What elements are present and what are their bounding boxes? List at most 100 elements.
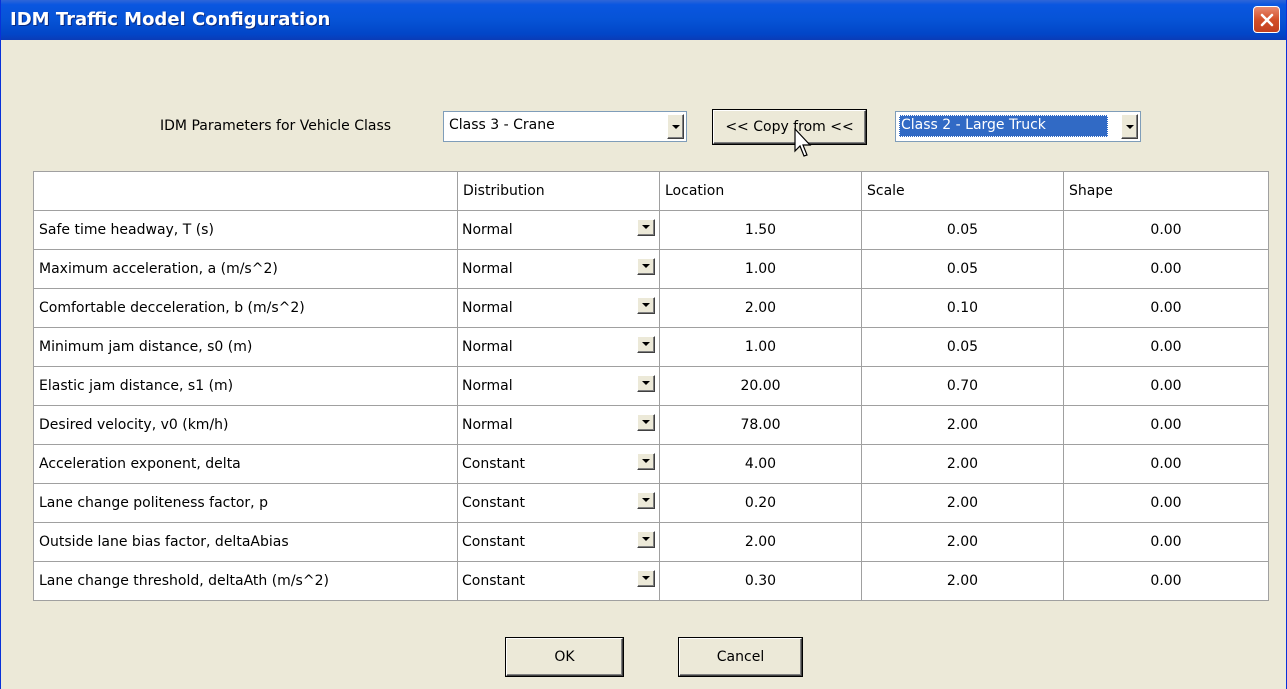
cancel-button[interactable]: Cancel [679, 638, 802, 676]
dialog-window: IDM Traffic Model Configuration IDM Para… [0, 0, 1287, 689]
shape-cell-text: 0.00 [1150, 495, 1182, 511]
scale-cell[interactable]: 0.10 [861, 288, 1064, 328]
shape-cell[interactable]: 0.00 [1063, 444, 1269, 484]
distribution-cell-text: Constant [462, 495, 525, 511]
scale-cell[interactable]: 2.00 [861, 561, 1064, 601]
parameter-name-cell: Lane change politeness factor, p [33, 483, 458, 523]
location-cell[interactable]: 0.30 [659, 561, 862, 601]
scale-cell[interactable]: 2.00 [861, 483, 1064, 523]
shape-cell-text: 0.00 [1150, 300, 1182, 316]
shape-cell[interactable]: 0.00 [1063, 561, 1269, 601]
distribution-dropdown-button[interactable] [637, 219, 655, 236]
distribution-dropdown-button[interactable] [637, 375, 655, 392]
distribution-cell-text: Normal [462, 339, 513, 355]
distribution-cell[interactable]: Constant [457, 522, 660, 562]
shape-cell[interactable]: 0.00 [1063, 366, 1269, 406]
distribution-cell[interactable]: Normal [457, 288, 660, 328]
shape-cell[interactable]: 0.00 [1063, 249, 1269, 289]
location-cell-text: 1.50 [744, 222, 777, 238]
scale-cell-text: 0.05 [946, 261, 979, 277]
parameter-name-cell: Comfortable decceleration, b (m/s^2) [33, 288, 458, 328]
distribution-cell[interactable]: Constant [457, 444, 660, 484]
distribution-cell[interactable]: Normal [457, 210, 660, 250]
distribution-dropdown-button[interactable] [637, 336, 655, 353]
location-cell[interactable]: 78.00 [659, 405, 862, 445]
vehicle-class-dropdown-button[interactable] [667, 114, 684, 139]
vehicle-class-select[interactable]: Class 3 - Crane [443, 111, 687, 142]
distribution-dropdown-button[interactable] [637, 492, 655, 509]
distribution-cell-text: Normal [462, 300, 513, 316]
parameter-name-cell-text: Elastic jam distance, s1 (m) [39, 378, 234, 394]
shape-cell[interactable]: 0.00 [1063, 288, 1269, 328]
distribution-dropdown-button[interactable] [637, 531, 655, 548]
distribution-dropdown-button[interactable] [637, 570, 655, 587]
location-cell[interactable]: 1.00 [659, 249, 862, 289]
parameter-name-cell: Acceleration exponent, delta [33, 444, 458, 484]
shape-cell[interactable]: 0.00 [1063, 522, 1269, 562]
shape-cell-text: 0.00 [1150, 261, 1182, 277]
parameter-name-cell: Elastic jam distance, s1 (m) [33, 366, 458, 406]
ok-button[interactable]: OK [506, 638, 623, 676]
distribution-cell[interactable]: Constant [457, 561, 660, 601]
scale-cell[interactable]: 0.05 [861, 210, 1064, 250]
header-location: Location [659, 171, 862, 211]
parameter-name-cell: Minimum jam distance, s0 (m) [33, 327, 458, 367]
chevron-down-icon [642, 225, 650, 229]
location-cell-text: 20.00 [740, 378, 781, 394]
table-row: Lane change politeness factor, p Constant… [33, 483, 1269, 523]
chevron-down-icon [642, 459, 650, 463]
location-cell-text: 0.30 [744, 573, 777, 589]
parameter-name-cell-text: Acceleration exponent, delta [39, 456, 241, 472]
copy-source-dropdown-button[interactable] [1121, 114, 1138, 139]
scale-cell[interactable]: 0.05 [861, 249, 1064, 289]
copy-source-select[interactable]: Class 2 - Large Truck [895, 111, 1141, 142]
parameter-name-cell: Outside lane bias factor, deltaAbias [33, 522, 458, 562]
table-row: Lane change threshold, deltaAth (m/s^2) C… [33, 561, 1269, 601]
scale-cell[interactable]: 0.70 [861, 366, 1064, 406]
distribution-dropdown-button[interactable] [637, 453, 655, 470]
distribution-dropdown-button[interactable] [637, 297, 655, 314]
shape-cell[interactable]: 0.00 [1063, 210, 1269, 250]
distribution-cell[interactable]: Normal [457, 366, 660, 406]
chevron-down-icon [642, 342, 650, 346]
distribution-cell-text: Constant [462, 456, 525, 472]
chevron-down-icon [642, 381, 650, 385]
scale-cell-text: 0.05 [946, 222, 979, 238]
grid-header-row: Distribution Location Scale Shape [33, 171, 1269, 211]
shape-cell[interactable]: 0.00 [1063, 405, 1269, 445]
distribution-cell[interactable]: Constant [457, 483, 660, 523]
location-cell-text: 2.00 [744, 534, 777, 550]
location-cell[interactable]: 0.20 [659, 483, 862, 523]
location-cell-text: 1.00 [744, 261, 777, 277]
location-cell[interactable]: 2.00 [659, 288, 862, 328]
shape-cell[interactable]: 0.00 [1063, 483, 1269, 523]
location-cell[interactable]: 4.00 [659, 444, 862, 484]
location-cell-text: 78.00 [740, 417, 781, 433]
location-cell[interactable]: 20.00 [659, 366, 862, 406]
location-cell[interactable]: 1.00 [659, 327, 862, 367]
scale-cell[interactable]: 2.00 [861, 405, 1064, 445]
shape-cell-text: 0.00 [1150, 456, 1182, 472]
distribution-cell[interactable]: Normal [457, 405, 660, 445]
distribution-dropdown-button[interactable] [637, 258, 655, 275]
shape-cell-text: 0.00 [1150, 222, 1182, 238]
distribution-cell[interactable]: Normal [457, 249, 660, 289]
scale-cell[interactable]: 0.05 [861, 327, 1064, 367]
title-bar[interactable]: IDM Traffic Model Configuration [1, 0, 1286, 40]
scale-cell-text: 2.00 [946, 534, 979, 550]
distribution-dropdown-button[interactable] [637, 414, 655, 431]
close-button[interactable] [1253, 6, 1280, 33]
shape-cell-text: 0.00 [1150, 534, 1182, 550]
location-cell[interactable]: 1.50 [659, 210, 862, 250]
parameter-name-cell-text: Comfortable decceleration, b (m/s^2) [39, 300, 305, 316]
scale-cell-text: 0.10 [946, 300, 979, 316]
distribution-cell[interactable]: Normal [457, 327, 660, 367]
table-row: Comfortable decceleration, b (m/s^2) Norm… [33, 288, 1269, 328]
location-cell[interactable]: 2.00 [659, 522, 862, 562]
scale-cell[interactable]: 2.00 [861, 522, 1064, 562]
copy-from-button[interactable]: << Copy from << [713, 110, 866, 144]
shape-cell[interactable]: 0.00 [1063, 327, 1269, 367]
chevron-down-icon [642, 537, 650, 541]
scale-cell[interactable]: 2.00 [861, 444, 1064, 484]
parameter-name-cell-text: Lane change threshold, deltaAth (m/s^2) [39, 573, 329, 589]
